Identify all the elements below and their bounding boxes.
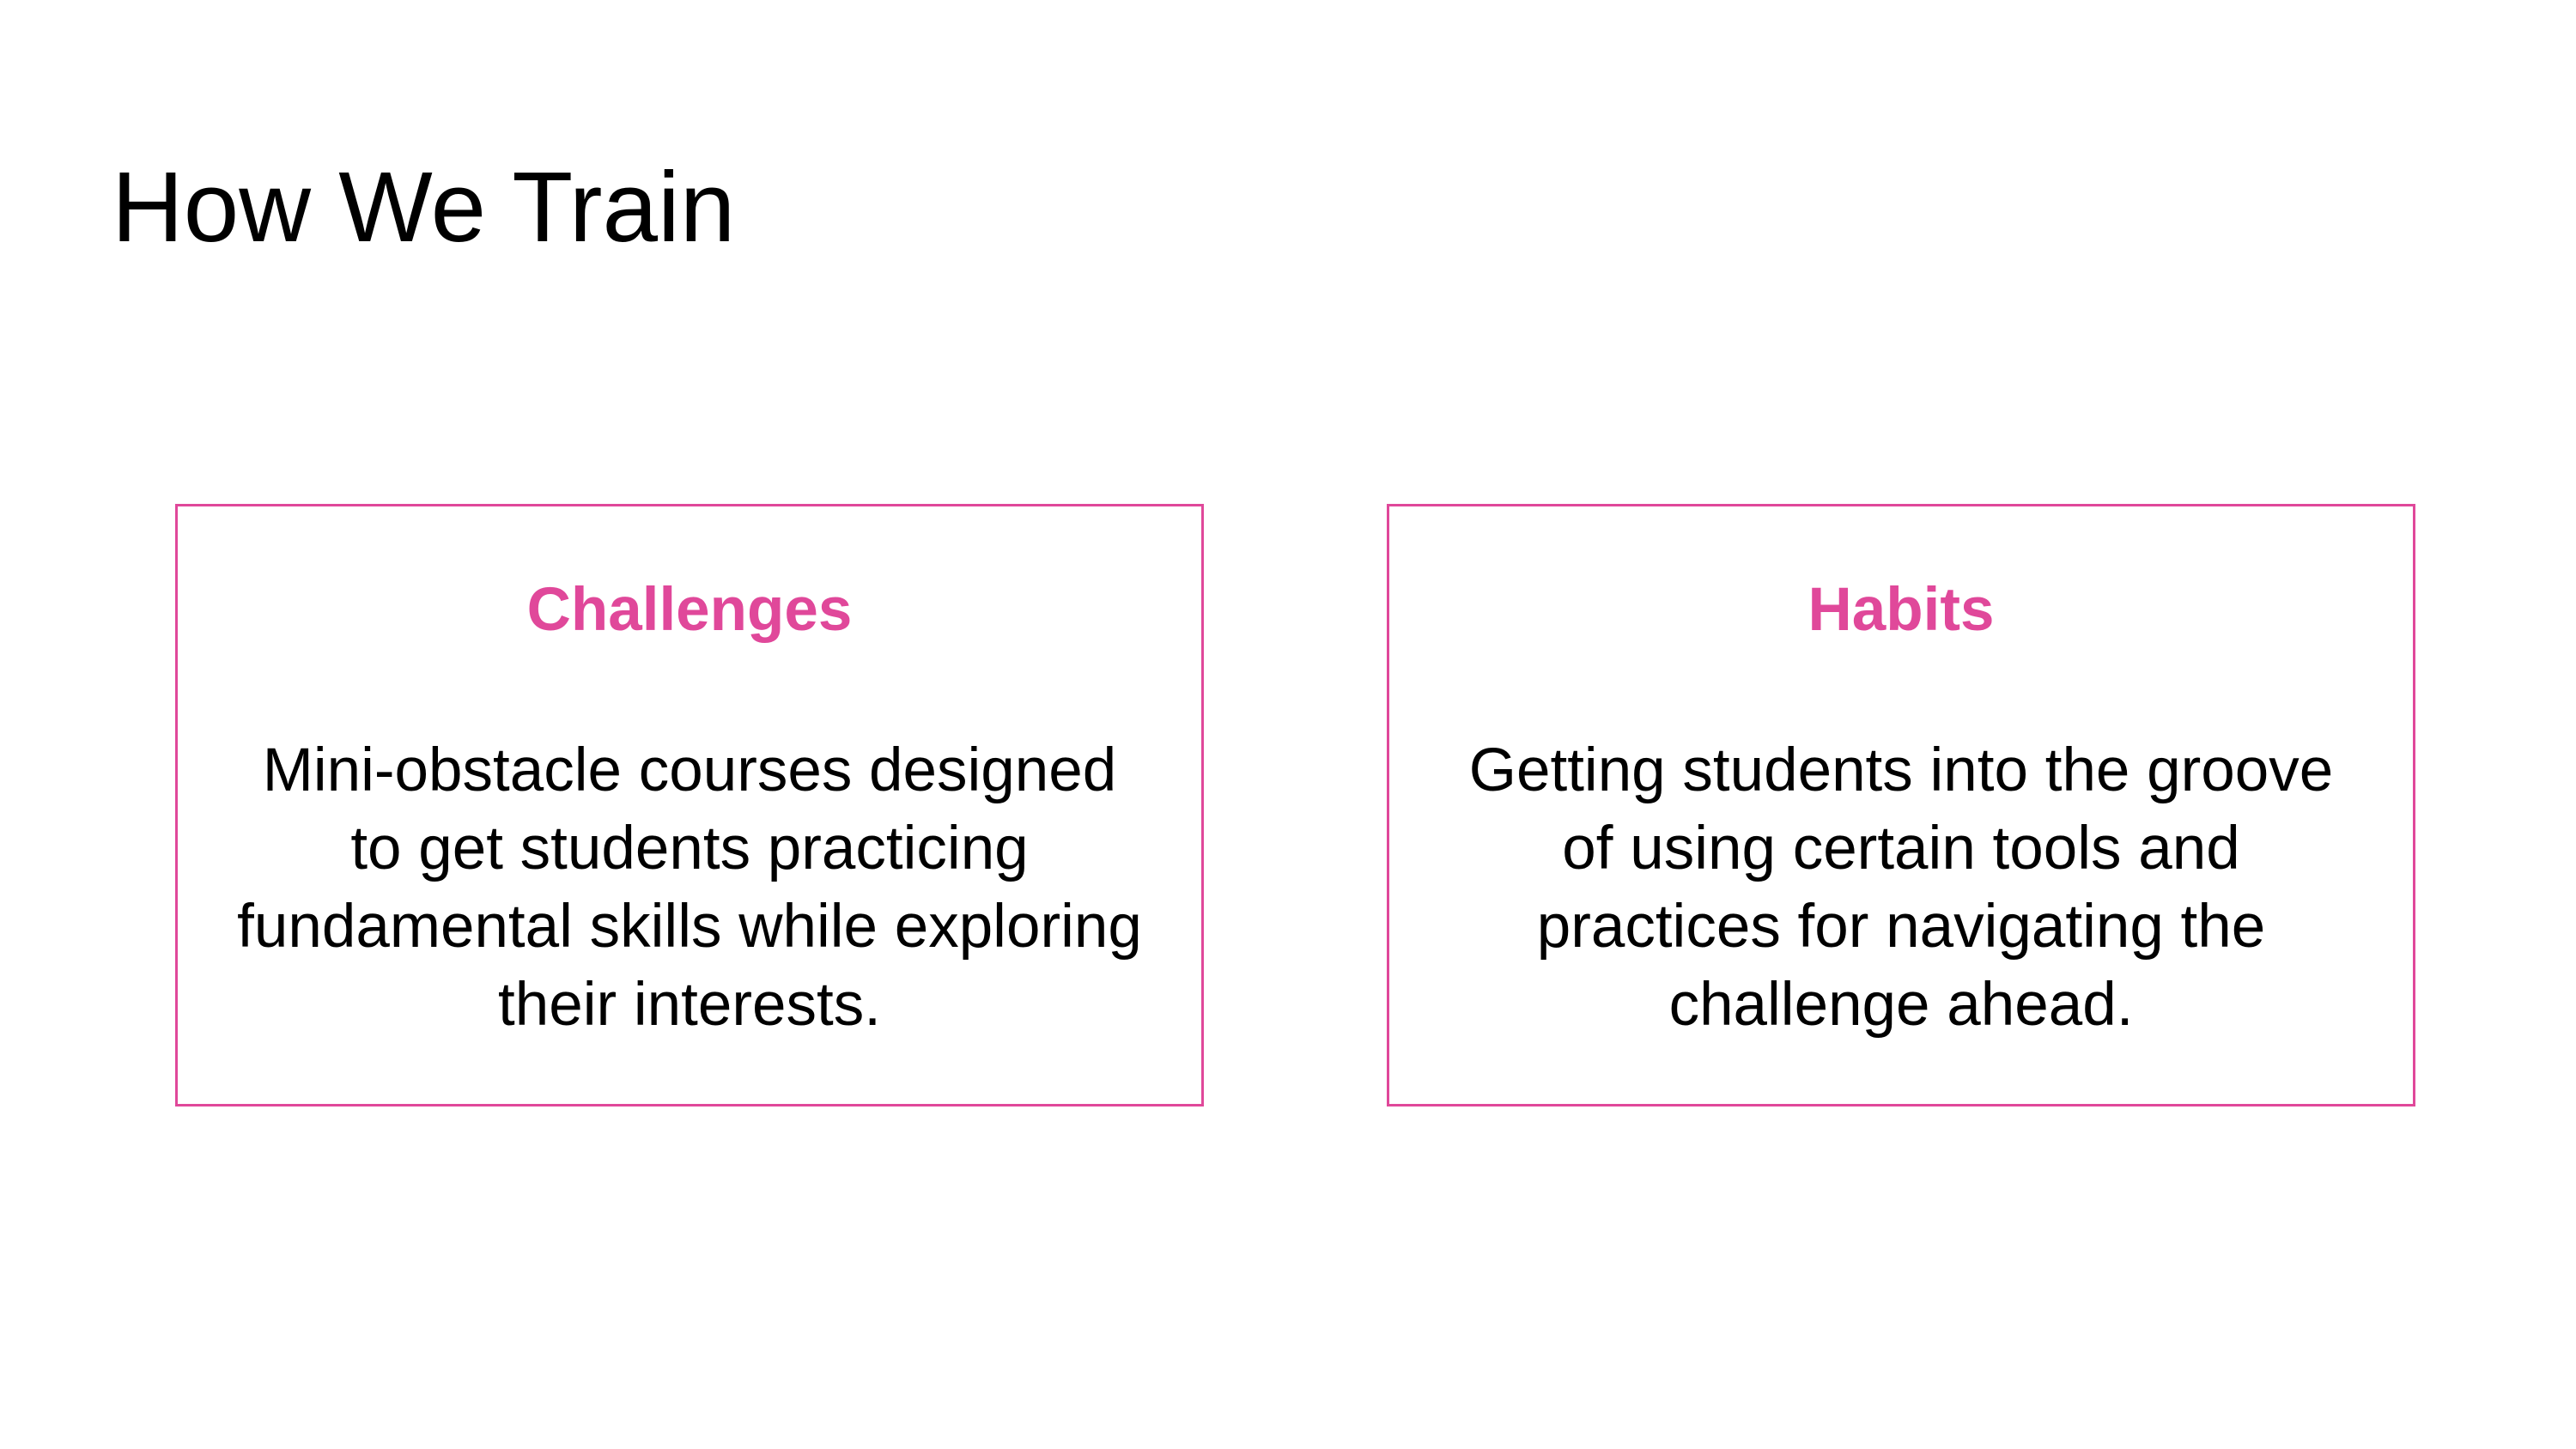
habits-card: Habits Getting students into the groove … [1387,504,2415,1106]
card-body-line: fundamental skills while exploring [237,893,1142,961]
slide-title: How We Train [112,151,736,263]
card-heading: Challenges [526,576,853,644]
slide: How We Train Challenges Mini-obstacle co… [0,0,2576,1449]
card-body-line: their interests. [498,971,881,1039]
card-body-line: practices for navigating the [1536,893,2266,961]
card-body-line: of using certain tools and [1562,815,2240,882]
card-body-line: to get students practicing [350,815,1029,882]
card-body: Getting students into the groove of usin… [1415,731,2387,1044]
challenges-card: Challenges Mini-obstacle courses designe… [175,504,1204,1106]
card-body-line: Mini-obstacle courses designed [262,737,1117,804]
card-body-line: challenge ahead. [1668,971,2134,1039]
card-body: Mini-obstacle courses designed to get st… [204,731,1176,1044]
card-heading: Habits [1807,576,1995,644]
card-body-line: Getting students into the groove [1468,737,2334,804]
